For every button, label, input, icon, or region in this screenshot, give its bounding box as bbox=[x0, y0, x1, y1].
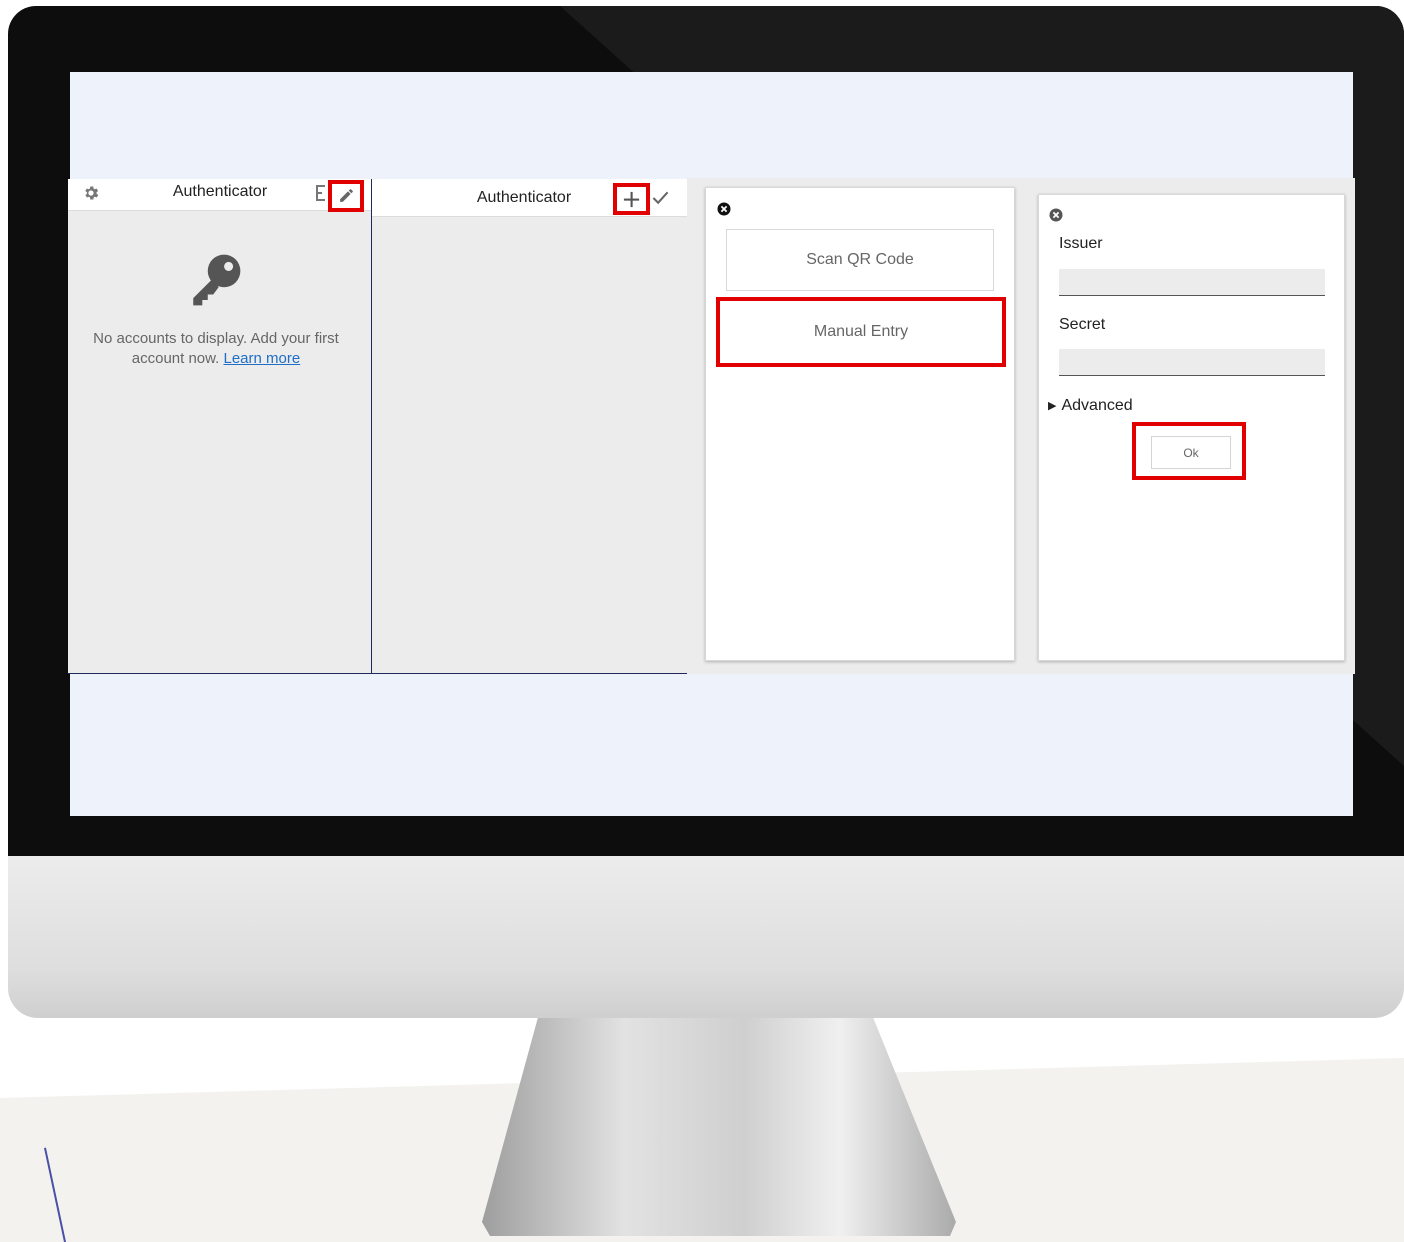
add-account-dialog: Scan QR Code Manual Entry bbox=[705, 187, 1015, 661]
edit-panel: Authenticator bbox=[372, 179, 687, 674]
add-highlight bbox=[613, 183, 650, 215]
learn-more-link[interactable]: Learn more bbox=[224, 350, 301, 367]
list-icon[interactable] bbox=[316, 184, 328, 204]
triangle-right-icon: ▶ bbox=[1048, 400, 1057, 412]
accounts-panel-title: Authenticator bbox=[172, 183, 268, 200]
ok-highlight: Ok bbox=[1132, 422, 1246, 480]
accounts-panel-header: Authenticator bbox=[68, 179, 371, 212]
edit-panel-title: Authenticator bbox=[476, 189, 572, 206]
manual-entry-highlight: Manual Entry bbox=[716, 297, 1006, 367]
manual-entry-button[interactable]: Manual Entry bbox=[724, 305, 998, 359]
advanced-toggle[interactable]: ▶ Advanced bbox=[1048, 397, 1133, 415]
close-icon[interactable] bbox=[1049, 208, 1063, 222]
empty-state-text: No accounts to display. Add your first a… bbox=[93, 330, 339, 367]
secret-input[interactable] bbox=[1059, 349, 1325, 376]
ok-button[interactable]: Ok bbox=[1151, 436, 1231, 469]
stage: Authenticator No accounts to display. Ad… bbox=[0, 0, 1404, 1242]
close-icon[interactable] bbox=[717, 202, 731, 216]
plus-icon[interactable] bbox=[622, 190, 641, 209]
key-icon bbox=[193, 254, 241, 306]
edit-panel-header: Authenticator bbox=[372, 179, 687, 217]
monitor-stand bbox=[482, 1010, 956, 1236]
advanced-label: Advanced bbox=[1061, 397, 1133, 414]
issuer-input[interactable] bbox=[1059, 269, 1325, 296]
empty-state-message: No accounts to display. Add your first a… bbox=[78, 329, 354, 369]
gear-icon[interactable] bbox=[82, 184, 100, 202]
manual-entry-dialog: Issuer Secret ▶ Advanced Ok bbox=[1038, 194, 1345, 661]
edit-highlight bbox=[328, 180, 364, 212]
check-icon[interactable] bbox=[652, 190, 669, 205]
monitor-chin bbox=[8, 856, 1404, 1018]
pencil-icon[interactable] bbox=[338, 187, 355, 204]
accounts-panel: Authenticator No accounts to display. Ad… bbox=[68, 179, 372, 674]
secret-label: Secret bbox=[1059, 316, 1106, 333]
issuer-label: Issuer bbox=[1059, 235, 1103, 252]
scan-qr-code-button[interactable]: Scan QR Code bbox=[726, 229, 994, 291]
